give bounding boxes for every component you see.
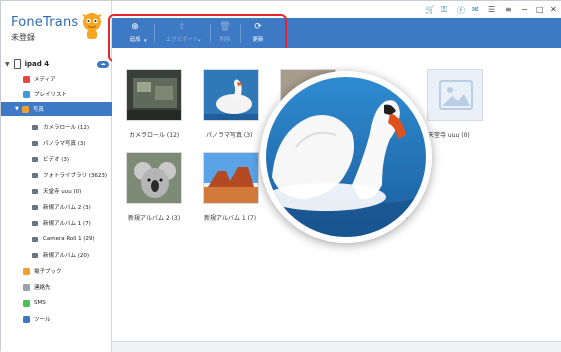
sidebar-subitem[interactable]: 新規アルバム 2 (3): [1, 201, 112, 213]
album-thumbnail[interactable]: [203, 69, 259, 121]
registration-status[interactable]: 未登録: [11, 32, 78, 43]
sidebar-subitem[interactable]: パノラマ写真 (3): [1, 137, 112, 149]
sidebar-item-label: 新規アルバム 1 (7): [43, 221, 91, 227]
sidebar-item-label: ビデオ (3): [43, 157, 70, 163]
feedback-icon[interactable]: ☰: [488, 5, 495, 14]
cloud-icon[interactable]: ☁: [97, 60, 109, 68]
folder-icon: [32, 220, 38, 226]
sidebar-item-label: フォトライブラリ (3623): [43, 173, 108, 179]
contacts-icon: [23, 283, 30, 291]
book-icon: [23, 267, 30, 275]
sidebar-item-label: カメラロール (12): [43, 125, 90, 131]
folder-icon: [32, 124, 38, 130]
sidebar-item-playlist[interactable]: プレイリスト: [1, 88, 112, 100]
sidebar-item-label: 写真: [32, 107, 44, 113]
sidebar-item-label: 新規アルバム 2 (3): [43, 205, 91, 211]
sidebar-item-label: プレイリスト: [34, 92, 68, 98]
album-thumbnail[interactable]: [427, 69, 483, 121]
sidebar-item-label: 天堂寺 uuu (0): [43, 189, 82, 195]
folder-icon: [32, 236, 38, 242]
album-label: 天堂寺 uuu (0): [428, 132, 470, 139]
magnified-swan-preview: [260, 71, 432, 243]
sidebar-item-photos[interactable]: ▼ 写真: [1, 102, 112, 116]
sidebar-item-sms[interactable]: SMS: [1, 297, 112, 309]
maximize-icon[interactable]: □: [536, 5, 544, 14]
device-name: ipad 4: [24, 60, 50, 68]
sidebar-subitem[interactable]: ビデオ (3): [1, 153, 112, 165]
sidebar-item-label: ツール: [34, 317, 51, 323]
album-thumbnail[interactable]: [126, 69, 182, 121]
folder-icon: [32, 172, 38, 178]
koala-image: [127, 153, 181, 203]
album-label: 新規アルバム 1 (7): [204, 215, 257, 222]
app-window: FoneTrans 未登録 ▼ ipad 4 ☁ メディア プレイリスト ▼ 写…: [0, 0, 561, 352]
desert-image: [204, 153, 258, 203]
chat-icon[interactable]: ✉: [472, 5, 479, 14]
cart-icon[interactable]: 🛒: [425, 5, 435, 14]
sidebar-item-label: メディア: [34, 77, 56, 83]
toolbox-icon: [23, 315, 30, 323]
facebook-icon[interactable]: ⓕ: [457, 5, 465, 16]
sidebar-subitem[interactable]: 天堂寺 uuu (0): [1, 185, 112, 197]
sidebar-subitem[interactable]: フォトライブラリ (3623): [1, 169, 112, 181]
album-label: パノラマ写真 (3): [206, 132, 253, 139]
camera-roll-image: [127, 70, 181, 120]
brand-title: FoneTrans: [11, 15, 79, 30]
folder-icon: [32, 252, 38, 258]
sidebar-subitem[interactable]: カメラロール (12): [1, 121, 112, 133]
sidebar-item-contacts[interactable]: 連絡先: [1, 281, 112, 293]
sidebar-subitem[interactable]: 新規アルバム 1 (7): [1, 217, 112, 229]
minimize-icon[interactable]: −: [521, 5, 528, 14]
album-thumbnail[interactable]: [203, 152, 259, 204]
sidebar-item-tools[interactable]: ツール: [1, 313, 112, 325]
sidebar-item-label: 連絡先: [34, 285, 51, 291]
collapse-arrow-icon[interactable]: ▼: [5, 61, 10, 68]
sidebar-item-label: Camera Roll 1 (29): [43, 236, 95, 242]
album-thumbnail[interactable]: [126, 152, 182, 204]
media-icon: [23, 75, 30, 83]
device-row[interactable]: ▼ ipad 4 ☁: [5, 57, 109, 71]
menu-icon[interactable]: ≡: [505, 5, 512, 14]
sidebar-item-label: 新規アルバム (20): [43, 253, 89, 259]
status-bar: [112, 341, 561, 352]
key-icon[interactable]: ⚿: [441, 5, 447, 15]
message-icon: [23, 299, 30, 307]
brand: FoneTrans 未登録: [11, 15, 78, 43]
tablet-icon: [13, 59, 21, 69]
expand-arrow-icon[interactable]: ▼: [15, 106, 19, 112]
swan-image: [204, 70, 258, 120]
photos-icon: [21, 105, 29, 113]
sidebar-item-label: パノラマ写真 (3): [43, 141, 86, 147]
sidebar-item-label: 電子ブック: [34, 269, 62, 275]
sidebar-item-label: SMS: [34, 300, 46, 306]
folder-icon: [32, 188, 38, 194]
playlist-icon: [23, 90, 30, 98]
sidebar-item-ebooks[interactable]: 電子ブック: [1, 265, 112, 277]
swan-closeup-image: [266, 77, 426, 237]
sidebar-subitem[interactable]: Camera Roll 1 (29): [1, 233, 112, 245]
mascot-icon: [82, 13, 102, 39]
album-label: カメラロール (12): [129, 132, 180, 139]
folder-icon: [32, 204, 38, 210]
album-label: 新規アルバム 2 (3): [128, 215, 181, 222]
placeholder-image-icon: [439, 80, 473, 110]
folder-icon: [32, 140, 38, 146]
close-icon[interactable]: ✕: [550, 5, 557, 14]
sidebar-item-media[interactable]: メディア: [1, 73, 112, 85]
folder-icon: [32, 156, 38, 162]
sidebar: FoneTrans 未登録 ▼ ipad 4 ☁ メディア プレイリスト ▼ 写…: [1, 1, 112, 352]
sidebar-subitem[interactable]: 新規アルバム (20): [1, 249, 112, 261]
